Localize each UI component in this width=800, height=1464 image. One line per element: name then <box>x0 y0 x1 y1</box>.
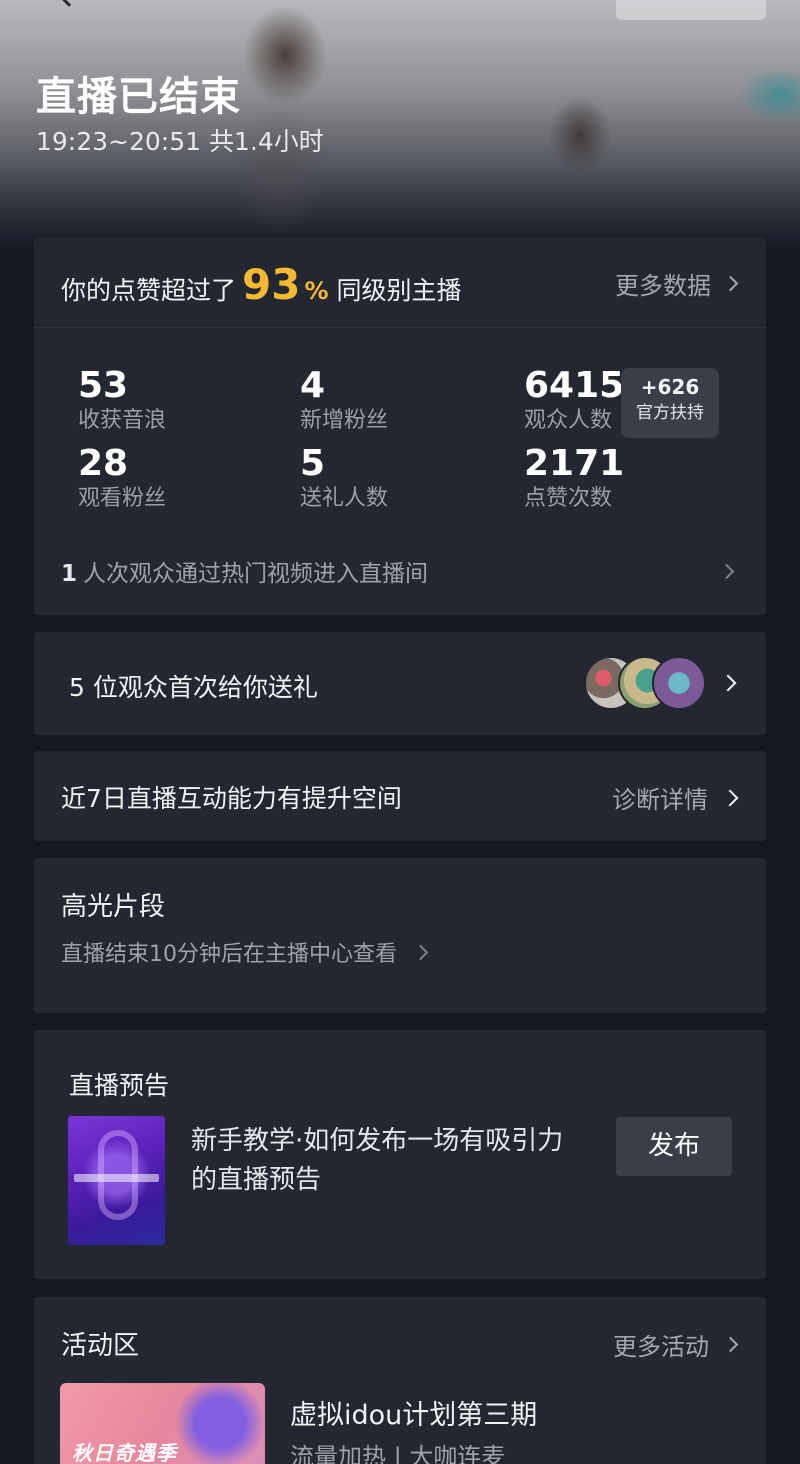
banner-text: 秋日奇遇季 <box>72 1441 177 1464</box>
activity-card: 活动区 更多活动 秋日奇遇季 虚拟idou计划第三期 流量加热 | 大咖连麦 <box>34 1297 766 1464</box>
preview-description[interactable]: 新手教学·如何发布一场有吸引力的直播预告 <box>191 1122 581 1200</box>
stat-value: 28 <box>78 443 129 484</box>
stat-sound-waves: 53 收获音浪 <box>78 366 166 436</box>
official-boost-badge: +626 官方扶持 <box>621 368 719 438</box>
diagnosis-label: 诊断详情 <box>612 786 708 814</box>
stat-label: 送礼人数 <box>300 486 389 511</box>
stat-watching-fans: 28 观看粉丝 <box>78 444 166 514</box>
gifter-avatars <box>584 656 708 712</box>
hot-video-entry-row[interactable]: 1 人次观众通过热门视频进入直播间 <box>61 554 428 588</box>
stat-value: 6415 <box>524 365 625 406</box>
chevron-right-icon[interactable] <box>718 563 735 580</box>
highlight-title: 高光片段 <box>61 892 166 922</box>
chevron-right-icon <box>722 275 739 292</box>
stat-new-fans: 4 新增粉丝 <box>300 366 388 436</box>
live-preview-card: 直播预告 新手教学·如何发布一场有吸引力的直播预告 发布 <box>34 1030 766 1279</box>
thumbnail-caption-bar <box>74 1174 159 1182</box>
stat-viewers: 6415 观众人数 <box>524 366 624 436</box>
interaction-text: 近7日直播互动能力有提升空间 <box>61 784 402 813</box>
chevron-right-icon <box>722 1336 739 1353</box>
highlight-subtitle-link[interactable]: 直播结束10分钟后在主播中心查看 <box>61 936 429 968</box>
more-activities-label: 更多活动 <box>613 1333 709 1361</box>
tutorial-thumbnail[interactable] <box>68 1116 165 1245</box>
stat-gifters: 5 送礼人数 <box>300 444 388 514</box>
stat-label: 新增粉丝 <box>300 408 389 433</box>
chevron-right-icon <box>412 944 429 960</box>
highlight-subtitle: 直播结束10分钟后在主播中心查看 <box>61 942 397 967</box>
stat-label: 点赞次数 <box>524 486 613 511</box>
more-data-link[interactable]: 更多数据 <box>615 266 739 301</box>
activity-banner[interactable]: 秋日奇遇季 <box>60 1383 265 1464</box>
first-gift-card[interactable]: 5 位观众首次给你送礼 <box>34 632 766 735</box>
stat-value: 4 <box>300 365 326 406</box>
likes-suffix: 同级别主播 <box>336 276 462 305</box>
first-gift-text: 5 位观众首次给你送礼 <box>69 673 318 702</box>
interaction-card[interactable]: 近7日直播互动能力有提升空间 诊断详情 <box>34 751 766 841</box>
live-time-range: 19:23~20:51 共1.4小时 <box>36 127 324 156</box>
stats-card: 你的点赞超过了 93 % 同级别主播 更多数据 53 收获音浪 4 新增粉丝 6… <box>34 238 766 615</box>
highlight-card: 高光片段 直播结束10分钟后在主播中心查看 <box>34 858 766 1013</box>
activity-item-tags: 流量加热 | 大咖连麦 <box>290 1443 506 1464</box>
top-right-button[interactable] <box>616 0 766 20</box>
page-title: 直播已结束 <box>36 74 241 120</box>
stat-label: 观看粉丝 <box>78 486 167 511</box>
stat-value: 2171 <box>524 443 625 484</box>
back-arrow-icon[interactable] <box>59 0 79 7</box>
likes-ranking-text: 你的点赞超过了 93 % 同级别主播 <box>61 260 462 309</box>
likes-ranking-row[interactable]: 你的点赞超过了 93 % 同级别主播 更多数据 <box>34 238 766 328</box>
chevron-right-icon <box>721 789 739 806</box>
activity-item-title[interactable]: 虚拟idou计划第三期 <box>290 1393 537 1432</box>
likes-percent: 93 <box>242 260 301 309</box>
stat-value: 53 <box>78 365 129 406</box>
stat-label: 收获音浪 <box>78 408 167 433</box>
header-backdrop: 直播已结束 19:23~20:51 共1.4小时 <box>0 0 800 250</box>
chevron-right-icon <box>719 674 737 692</box>
activity-title: 活动区 <box>61 1331 140 1361</box>
more-activities-link[interactable]: 更多活动 <box>613 1327 739 1362</box>
preview-title: 直播预告 <box>69 1071 170 1100</box>
avatar <box>652 656 706 710</box>
boost-label: 官方扶持 <box>636 403 704 423</box>
hot-entry-text: 人次观众通过热门视频进入直播间 <box>83 561 429 587</box>
diagnosis-link[interactable]: 诊断详情 <box>612 780 739 815</box>
stat-label: 观众人数 <box>524 408 613 433</box>
stat-likes: 2171 点赞次数 <box>524 444 624 514</box>
stat-value: 5 <box>300 443 326 484</box>
boost-value: +626 <box>640 375 700 399</box>
publish-button[interactable]: 发布 <box>616 1117 732 1176</box>
likes-prefix: 你的点赞超过了 <box>61 276 237 305</box>
likes-percent-sign: % <box>304 277 329 305</box>
hot-entry-count: 1 <box>61 561 78 587</box>
more-data-label: 更多数据 <box>615 272 711 300</box>
